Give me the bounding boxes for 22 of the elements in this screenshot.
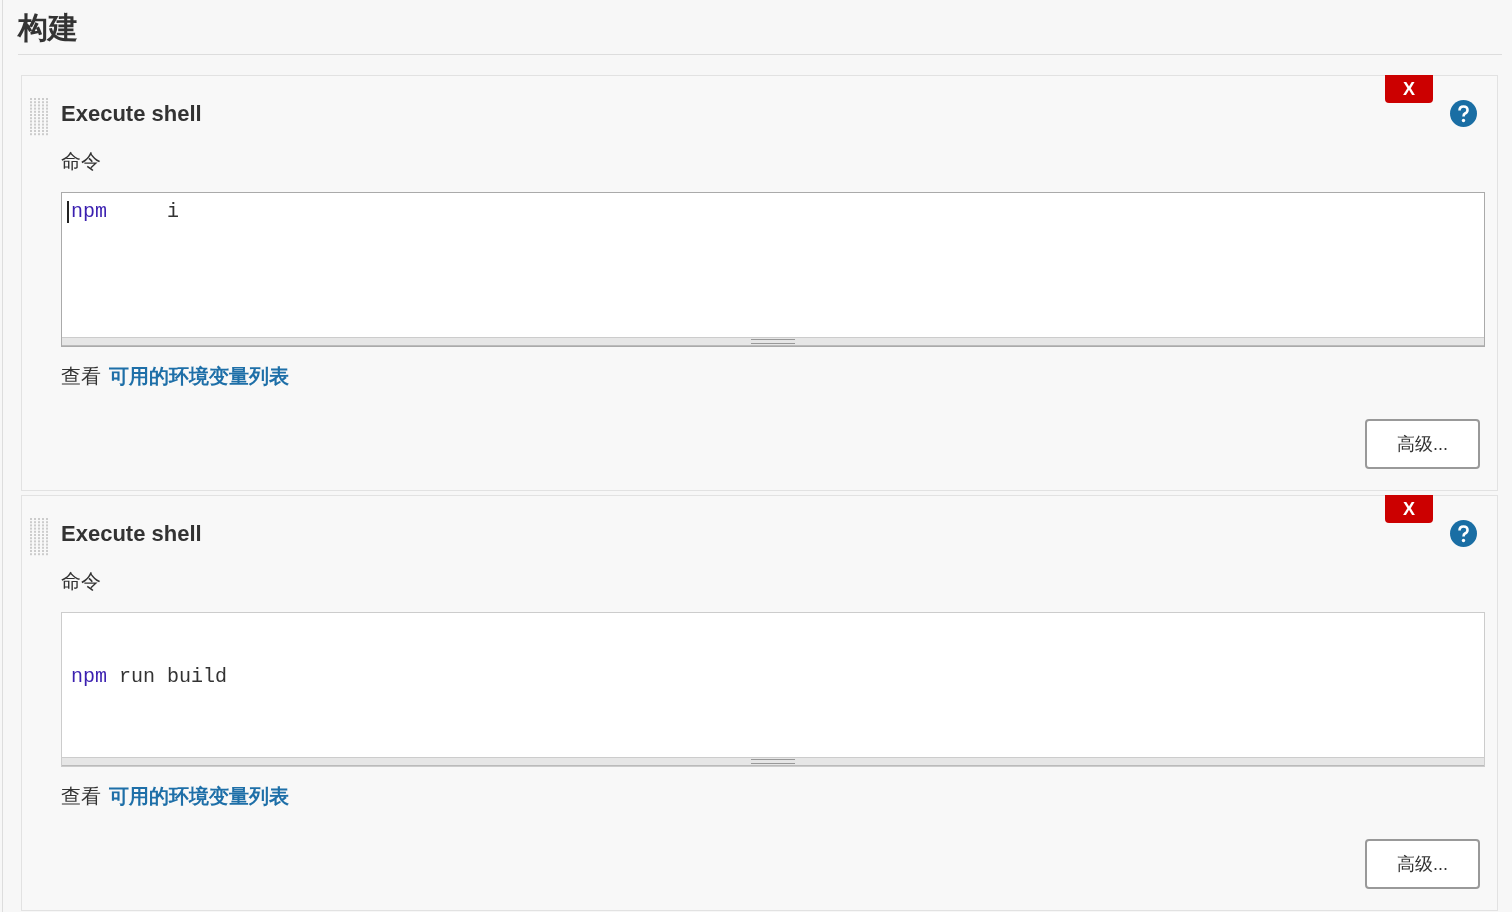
drag-handle-icon[interactable] bbox=[30, 98, 49, 136]
delete-button[interactable]: X bbox=[1385, 495, 1433, 523]
delete-button[interactable]: X bbox=[1385, 75, 1433, 103]
advanced-button[interactable]: 高级... bbox=[1365, 419, 1480, 469]
text-cursor bbox=[67, 201, 69, 223]
command-editor[interactable]: npm run build bbox=[61, 612, 1485, 767]
command-editor[interactable]: npm i bbox=[61, 192, 1485, 347]
hint-text: 查看 bbox=[61, 364, 101, 389]
help-icon[interactable] bbox=[1450, 520, 1477, 547]
field-label: 命令 bbox=[61, 569, 102, 594]
section-title: 构建 bbox=[18, 8, 1502, 55]
help-icon[interactable] bbox=[1450, 100, 1477, 127]
advanced-button[interactable]: 高级... bbox=[1365, 839, 1480, 889]
env-vars-link[interactable]: 可用的环境变量列表 bbox=[109, 781, 289, 811]
hint-text: 查看 bbox=[61, 784, 101, 809]
env-vars-link[interactable]: 可用的环境变量列表 bbox=[109, 361, 289, 391]
field-label: 命令 bbox=[61, 149, 102, 174]
drag-handle-icon[interactable] bbox=[30, 518, 49, 556]
step-title: Execute shell bbox=[61, 520, 202, 548]
code-line: npm run build bbox=[71, 666, 228, 689]
code-line: npm i bbox=[71, 201, 180, 224]
step-title: Execute shell bbox=[61, 100, 202, 128]
